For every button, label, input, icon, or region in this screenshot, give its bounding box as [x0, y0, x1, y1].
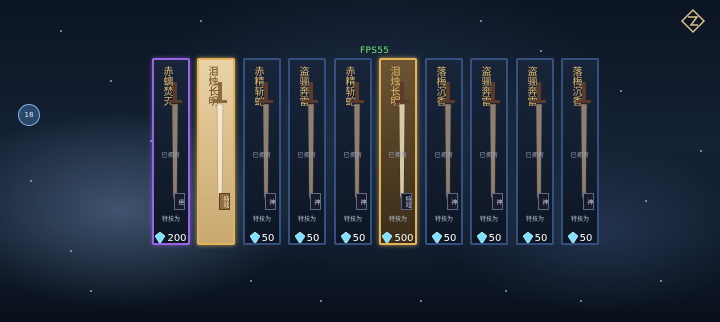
star-dot [660, 280, 662, 282]
rank-tag: 神 [265, 193, 276, 210]
star-dot [200, 20, 202, 22]
rank-tag: 特戏 [401, 193, 412, 210]
star-dot [30, 180, 32, 182]
rank-tag: 神 [447, 193, 458, 210]
crystal-icon [249, 232, 260, 243]
sword-card[interactable]: 赤精斩蛇 已拥有 神 特技为 50 [334, 58, 372, 245]
sword-icon [577, 82, 591, 205]
price-row: 50 [290, 232, 324, 244]
rank-tag: 神 [492, 193, 503, 210]
star-dot [420, 300, 422, 302]
side-notification-bubble[interactable]: 18 [18, 104, 40, 126]
price-value: 50 [306, 232, 320, 244]
skill-label: 特技为 [388, 216, 407, 223]
crystal-icon [382, 232, 393, 243]
star-dot [320, 300, 322, 302]
owned-label: 已拥有 [479, 152, 499, 159]
owned-label: 已拥有 [161, 152, 181, 159]
sword-card[interactable]: 泪烛长明 已拥有 特戏 特技为 500 [379, 58, 417, 245]
star-dot [645, 200, 647, 202]
price-value: 50 [443, 232, 457, 244]
crystal-icon [567, 232, 578, 243]
skill-label: 特技为 [343, 216, 362, 223]
rank-tag: 神 [310, 193, 321, 210]
sword-icon [213, 82, 227, 205]
crystal-icon [522, 232, 533, 243]
rank-tag: 绝 [174, 193, 185, 210]
price-row: 500 [381, 232, 415, 244]
sword-icon [259, 82, 273, 205]
rank-tag: 神 [356, 193, 367, 210]
price-row: 50 [427, 232, 461, 244]
fps-counter: FPS55 [360, 46, 390, 56]
rank-tag: 神 [583, 193, 594, 210]
sword-card[interactable]: 落梅沉香 已拥有 神 特技为 50 [425, 58, 463, 245]
star-dot [90, 290, 92, 292]
sword-icon [304, 82, 318, 205]
star-dot [70, 250, 72, 252]
crystal-icon [155, 232, 166, 243]
skill-label: 特技为 [525, 216, 544, 223]
star-dot [250, 280, 252, 282]
star-dot [620, 90, 622, 92]
price-value: 200 [167, 232, 187, 244]
owned-label: 已拥有 [570, 152, 590, 159]
price-row: 50 [518, 232, 552, 244]
star-dot [60, 30, 62, 32]
close-menu-icon[interactable] [680, 8, 706, 34]
crystal-icon [476, 232, 487, 243]
sword-icon [168, 82, 182, 205]
sword-card[interactable]: 赤精斩蛇 已拥有 神 特技为 50 [243, 58, 281, 245]
skill-label: 特技为 [570, 216, 589, 223]
price-row: 50 [245, 232, 279, 244]
star-dot [110, 80, 112, 82]
sword-icon [395, 82, 409, 205]
star-dot [700, 150, 702, 152]
sword-icon [350, 82, 364, 205]
owned-label: 已拥有 [297, 152, 317, 159]
star-dot [480, 20, 482, 22]
sword-card[interactable]: 盗骊奔雷 已拥有 神 特技为 50 [516, 58, 554, 245]
star-dot [580, 300, 582, 302]
owned-label: 已拥有 [434, 152, 454, 159]
owned-label: 已拥有 [252, 152, 272, 159]
sword-card[interactable]: 赤螭焚天 已拥有 绝 特技为 200 [152, 58, 190, 245]
crystal-icon [294, 232, 305, 243]
sword-card[interactable]: 盗骊奔雷 已拥有 神 特技为 50 [288, 58, 326, 245]
owned-label: 已拥有 [388, 152, 408, 159]
price-value: 50 [488, 232, 502, 244]
star-dot [540, 50, 542, 52]
price-value: 500 [394, 232, 414, 244]
price-value: 50 [261, 232, 275, 244]
sword-icon [486, 82, 500, 205]
rank-tag: 神 [538, 193, 549, 210]
rank-tag: 特戏 [219, 193, 230, 210]
owned-label: 已拥有 [343, 152, 363, 159]
price-row: 200 [154, 232, 188, 244]
sword-card[interactable]: 落梅沉香 已拥有 神 特技为 50 [561, 58, 599, 245]
star-dot [505, 290, 507, 292]
skill-label: 特技为 [297, 216, 316, 223]
price-value: 50 [534, 232, 548, 244]
price-value: 50 [352, 232, 366, 244]
crystal-icon [431, 232, 442, 243]
crystal-icon [340, 232, 351, 243]
skill-label: 特技为 [434, 216, 453, 223]
price-row: 50 [472, 232, 506, 244]
owned-label: 已拥有 [525, 152, 545, 159]
price-row: 50 [563, 232, 597, 244]
price-row: 50 [336, 232, 370, 244]
price-value: 50 [579, 232, 593, 244]
skill-label: 特技为 [479, 216, 498, 223]
sword-card[interactable]: 盗骊奔雷 已拥有 神 特技为 50 [470, 58, 508, 245]
skill-label: 特技为 [161, 216, 180, 223]
sword-icon [532, 82, 546, 205]
sword-icon [441, 82, 455, 205]
sword-card[interactable]: 泪烛长明 特戏 [197, 58, 235, 245]
skill-label: 特技为 [252, 216, 271, 223]
